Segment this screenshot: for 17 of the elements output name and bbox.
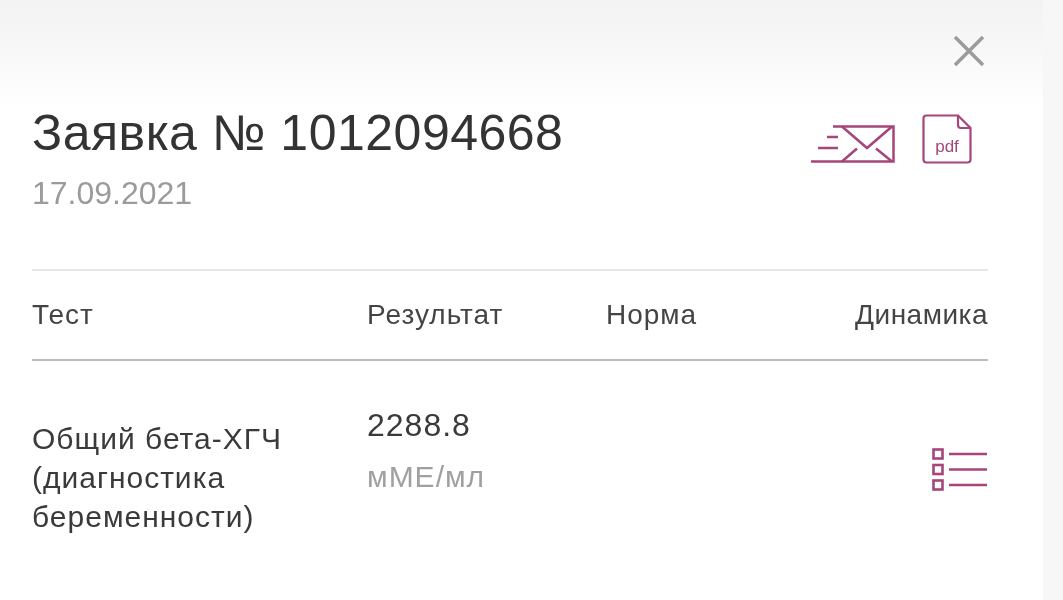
- envelope-icon: [811, 125, 895, 163]
- result-value: 2288.8: [367, 406, 472, 445]
- dynamics-button[interactable]: [932, 448, 987, 491]
- test-name: Общий бета-ХГЧ (диагностика беременности): [32, 421, 283, 535]
- column-header: Норма: [606, 299, 699, 331]
- close-button[interactable]: [953, 35, 985, 67]
- order-date: 17.09.2021: [32, 175, 194, 211]
- close-icon: [953, 35, 985, 67]
- send-email-button[interactable]: [811, 125, 895, 163]
- column-header: Динамика: [855, 299, 988, 331]
- file-outline-icon: [922, 114, 972, 164]
- order-title: Заявка № 1012094668: [32, 105, 564, 161]
- pdf-button[interactable]: pdf: [922, 114, 972, 164]
- result-unit: мМЕ/мл: [367, 459, 487, 495]
- column-header: Тест: [32, 299, 95, 331]
- column-header: Результат: [367, 299, 505, 331]
- list-icon: [932, 448, 987, 491]
